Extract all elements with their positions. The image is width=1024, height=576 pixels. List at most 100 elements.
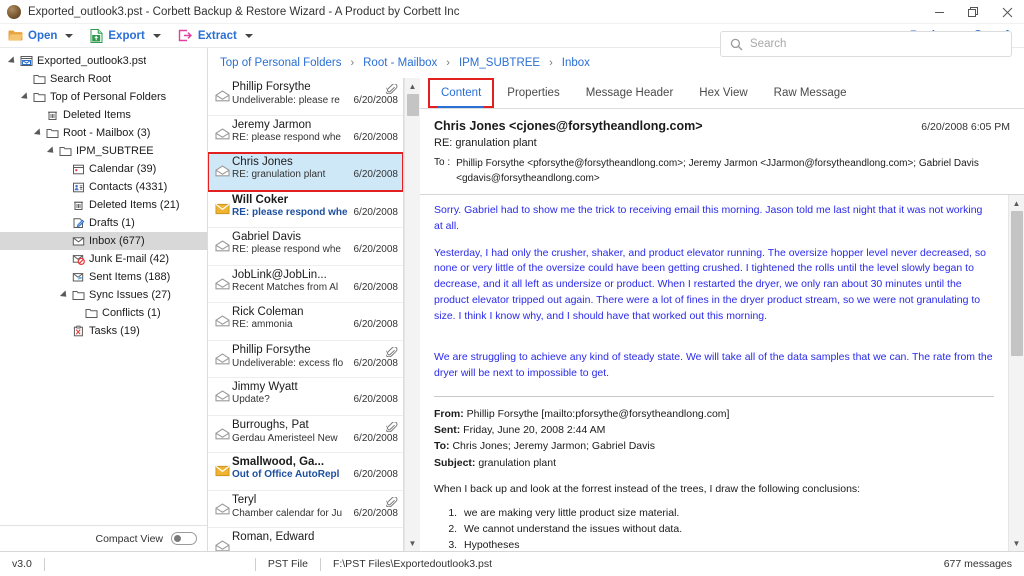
sidebar-item-deleted-items-21[interactable]: Deleted Items (21) — [0, 196, 207, 214]
breadcrumb-item-4[interactable]: Inbox — [560, 57, 592, 69]
tree-expand-icon[interactable] — [58, 290, 70, 300]
tree-expand-icon[interactable] — [32, 128, 44, 138]
maximize-restore-button[interactable] — [956, 0, 990, 24]
quoted-sent-line: Sent: Friday, June 20, 2008 2:44 AM — [434, 422, 994, 438]
tab-message-header[interactable]: Message Header — [573, 78, 687, 108]
close-button[interactable] — [990, 0, 1024, 24]
sidebar-item-label: Sent Items (188) — [89, 271, 171, 283]
scroll-down-icon[interactable]: ▼ — [405, 535, 421, 551]
mail-read-icon — [212, 494, 232, 528]
body-scroll-thumb[interactable] — [1010, 211, 1023, 356]
sidebar-item-label: Junk E-mail (42) — [89, 253, 170, 265]
sidebar-item-search-root[interactable]: Search Root — [0, 70, 207, 88]
sidebar-item-label: Conflicts (1) — [102, 307, 161, 319]
tree-expand-icon[interactable] — [19, 92, 31, 102]
quoted-sent-label: Sent: — [434, 424, 461, 437]
message-list-item[interactable]: Roman, Edward — [208, 528, 403, 551]
message-subject-preview: RE: please respond whe — [232, 244, 341, 255]
search-input[interactable]: Search — [750, 38, 786, 50]
sidebar-item-deleted-items[interactable]: Deleted Items — [0, 106, 207, 124]
sidebar-item-exported-outlook3-pst[interactable]: Exported_outlook3.pst — [0, 52, 207, 70]
extract-button[interactable]: Extract — [170, 24, 262, 48]
message-body-scrollbar[interactable]: ▲ ▼ — [1008, 195, 1024, 551]
tasks-icon — [70, 325, 86, 337]
message-list-item-body: Phillip Forsythe Undeliverable: excess fl… — [232, 344, 398, 378]
sidebar-item-calendar-39[interactable]: Calendar (39) — [0, 160, 207, 178]
message-list-scroll-track[interactable] — [405, 94, 421, 535]
tab-label: Content — [441, 87, 482, 99]
message-list-item[interactable]: Rick Coleman RE: ammonia 6/20/2008 — [208, 303, 403, 341]
body-scroll-down-icon[interactable]: ▼ — [1009, 535, 1024, 551]
folder-icon — [44, 127, 60, 139]
extract-label: Extract — [197, 29, 237, 42]
open-button[interactable]: Open — [0, 24, 82, 48]
message-list-item[interactable]: Burroughs, Pat Gerdau Ameristeel New 6/20/… — [208, 416, 403, 453]
message-list-item[interactable]: Teryl Chamber calendar for Ju 6/20/2008 — [208, 491, 403, 528]
message-list-item[interactable]: Will Coker RE: please respond whe 6/20/200… — [208, 191, 403, 228]
search-box[interactable]: Search — [720, 31, 1012, 57]
sidebar-item-tasks-19[interactable]: Tasks (19) — [0, 322, 207, 340]
tab-properties[interactable]: Properties — [494, 78, 572, 108]
body-scroll-up-icon[interactable]: ▲ — [1009, 195, 1024, 211]
message-sender: Will Coker — [232, 193, 289, 206]
message-list-item[interactable]: Gabriel Davis RE: please respond whe 6/20/… — [208, 228, 403, 266]
body-paragraph: We are struggling to achieve any kind of… — [434, 351, 993, 379]
message-list-scroll-thumb[interactable] — [406, 94, 419, 116]
list-item-text: we are making very little product size m… — [464, 506, 680, 519]
compact-view-toggle[interactable] — [171, 532, 197, 545]
tab-hex-view[interactable]: Hex View — [686, 78, 760, 108]
message-list-item[interactable]: JobLink@JobLin... Recent Matches from Al 6… — [208, 266, 403, 303]
chevron-expanded-icon — [59, 290, 69, 300]
message-list-scrollbar[interactable]: ▲ ▼ — [404, 78, 420, 551]
tab-content[interactable]: Content — [428, 78, 495, 108]
message-list-item-body: JobLink@JobLin... Recent Matches from Al 6… — [232, 269, 398, 303]
open-chevron-down-icon[interactable] — [65, 33, 74, 38]
message-list-item-body: Teryl Chamber calendar for Ju 6/20/2008 — [232, 494, 398, 528]
scroll-up-icon[interactable]: ▲ — [405, 78, 421, 94]
sidebar-item-contacts-4331[interactable]: Contacts (4331) — [0, 178, 207, 196]
inbox-envelope-icon — [70, 235, 86, 247]
minimize-button[interactable] — [922, 0, 956, 24]
mail-read-icon — [212, 344, 232, 378]
attachment-icon — [386, 494, 398, 507]
message-list-item-body: Burroughs, Pat Gerdau Ameristeel New 6/20/… — [232, 419, 398, 453]
folder-icon — [57, 145, 73, 157]
sidebar-item-junk-e-mail-42[interactable]: Junk E-mail (42) — [0, 250, 207, 268]
tree-expand-icon[interactable] — [6, 56, 18, 66]
sidebar-item-root-mailbox-3[interactable]: Root - Mailbox (3) — [0, 124, 207, 142]
message-list-item[interactable]: Phillip Forsythe Undeliverable: excess fl… — [208, 341, 403, 378]
breadcrumb-item-2[interactable]: Root - Mailbox — [361, 57, 439, 69]
sidebar-item-sync-issues-27[interactable]: Sync Issues (27) — [0, 286, 207, 304]
breadcrumb-item-3[interactable]: IPM_SUBTREE — [457, 57, 542, 69]
message-list-item[interactable]: Smallwood, Ga... Out of Office AutoRepl 6/… — [208, 453, 403, 491]
message-subject-preview: Undeliverable: excess flo — [232, 357, 344, 369]
message-sender: Teryl — [232, 493, 257, 506]
export-button[interactable]: Export — [82, 24, 169, 48]
extract-chevron-down-icon[interactable] — [244, 33, 253, 38]
sidebar-item-label: Exported_outlook3.pst — [37, 55, 147, 67]
message-to-label: To : — [434, 157, 451, 168]
body-scroll-track[interactable] — [1009, 211, 1024, 535]
status-bar: v3.0 PST File F:\PST Files\Exportedoutlo… — [0, 551, 1024, 576]
sidebar-item-conflicts-1[interactable]: Conflicts (1) — [0, 304, 207, 322]
sidebar-item-inbox-677[interactable]: Inbox (677) — [0, 232, 207, 250]
sidebar-item-label: Calendar (39) — [89, 163, 157, 175]
sidebar-item-drafts-1[interactable]: Drafts (1) — [0, 214, 207, 232]
message-list-item[interactable]: Phillip Forsythe Undeliverable: please re… — [208, 78, 403, 116]
tree-expand-icon[interactable] — [45, 146, 57, 156]
tab-raw-message[interactable]: Raw Message — [761, 78, 860, 108]
sidebar-item-ipm-subtree[interactable]: IPM_SUBTREE — [0, 142, 207, 160]
sidebar-item-sent-items-188[interactable]: Sent Items (188) — [0, 268, 207, 286]
list-item: Hypothesesraw material feed is inadequat… — [460, 539, 994, 551]
attachment-icon — [386, 419, 398, 432]
message-list-item[interactable]: Chris Jones RE: granulation plant 6/20/200… — [208, 152, 403, 192]
sidebar-item-top-of-personal-folders[interactable]: Top of Personal Folders — [0, 88, 207, 106]
breadcrumb-item-1[interactable]: Top of Personal Folders — [218, 57, 343, 69]
message-list[interactable]: Phillip Forsythe Undeliverable: please re… — [208, 78, 403, 551]
message-list-item[interactable]: Jeremy Jarmon RE: please respond whe 6/20/… — [208, 116, 403, 153]
message-list-item[interactable]: Jimmy Wyatt Update? 6/20/2008 — [208, 378, 403, 416]
open-label: Open — [28, 29, 58, 42]
folder-tree: Exported_outlook3.pst Search Root Top of P… — [0, 48, 207, 525]
message-sender: Jimmy Wyatt — [232, 381, 298, 393]
export-chevron-down-icon[interactable] — [152, 33, 161, 38]
